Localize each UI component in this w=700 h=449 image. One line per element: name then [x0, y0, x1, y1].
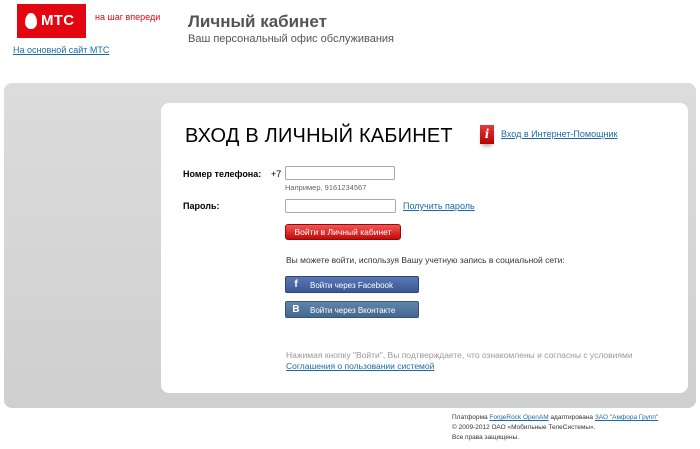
page-title: Личный кабинет: [188, 12, 327, 31]
agreement-link[interactable]: Соглашения о пользовании системой: [286, 361, 434, 372]
phone-hint: Например, 9161234567: [285, 183, 367, 192]
info-icon[interactable]: i: [480, 125, 494, 144]
social-login-text: Вы можете войти, используя Вашу учетную …: [286, 255, 565, 265]
forgerock-link[interactable]: ForgeRock OpenAM: [489, 414, 548, 421]
login-title: ВХОД В ЛИЧНЫЙ КАБИНЕТ: [185, 125, 453, 147]
internet-assistant-link[interactable]: Вход в Интернет-Помощник: [501, 129, 617, 140]
password-label: Пароль:: [183, 201, 220, 211]
vk-icon: B: [292, 304, 300, 315]
agreement-text: Нажимая кнопку "Войти", Вы подтверждаете…: [286, 350, 633, 360]
phone-label: Номер телефона:: [183, 169, 262, 179]
phone-input[interactable]: [285, 166, 395, 180]
main-site-link[interactable]: На основной сайт МТС: [13, 45, 109, 56]
facebook-icon: f: [294, 279, 298, 290]
slogan: на шаг впереди: [95, 12, 161, 22]
mts-logo[interactable]: МТС: [17, 4, 86, 38]
amfora-link[interactable]: ЗАО "Амфора Групп": [595, 414, 658, 421]
footer-copyright: © 2009-2012 ОАО «Мобильные ТелеСистемы».: [452, 424, 596, 431]
logo-text: МТС: [41, 12, 75, 29]
phone-prefix: +7: [271, 169, 282, 179]
facebook-login-button[interactable]: f Войти через Facebook: [285, 276, 419, 293]
page-subtitle: Ваш персональный офис обслуживания: [188, 33, 395, 45]
login-button[interactable]: Войти в Личный кабинет: [285, 224, 401, 240]
vk-login-button[interactable]: B Войти через Вконтакте: [285, 301, 419, 318]
footer-platform: Платформа ForgeRock OpenAM адаптирована …: [452, 414, 658, 422]
footer-rights: Все права защищены.: [452, 434, 520, 441]
vk-button-label: Войти через Вконтакте: [310, 306, 396, 315]
login-panel: ВХОД В ЛИЧНЫЙ КАБИНЕТ i Вход в Интернет-…: [161, 103, 688, 393]
mts-egg-icon: [25, 13, 37, 29]
footer-platform-prefix: Платформа: [452, 414, 490, 421]
password-input[interactable]: [285, 199, 396, 213]
footer-platform-middle: адаптирована: [548, 414, 595, 421]
facebook-button-label: Войти через Facebook: [310, 281, 393, 290]
get-password-link[interactable]: Получить пароль: [403, 201, 475, 212]
